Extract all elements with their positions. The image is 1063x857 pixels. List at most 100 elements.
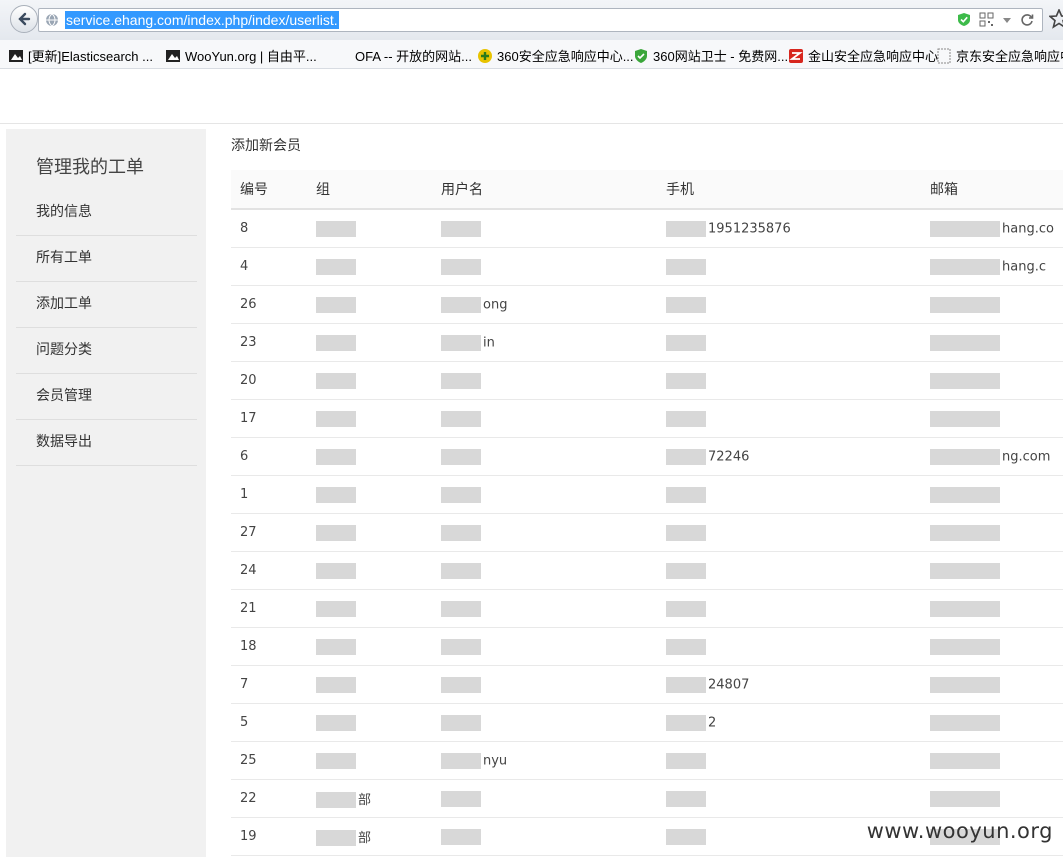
column-header-email[interactable]: 邮箱 xyxy=(921,170,1063,210)
member-id-text: 23 xyxy=(240,335,257,350)
member-username-cell xyxy=(432,817,657,856)
bookmark-item[interactable]: 京东安全应急响应中 xyxy=(936,46,1063,65)
member-phone-cell xyxy=(657,779,921,818)
member-id-cell: 20 xyxy=(231,361,307,400)
add-member-link[interactable]: 添加新会员 xyxy=(231,135,301,155)
member-id-text: 8 xyxy=(240,221,249,236)
qrcode-icon[interactable] xyxy=(979,12,994,27)
bookmark-star-icon[interactable] xyxy=(1049,9,1063,29)
bookmark-item[interactable]: 360安全应急响应中心... xyxy=(477,46,634,65)
member-email-cell: hang.c xyxy=(921,247,1063,286)
member-username-cell: in xyxy=(432,323,657,362)
member-id-cell: 5 xyxy=(231,703,307,742)
bookmark-item[interactable]: 金山安全应急响应中心 xyxy=(788,46,938,65)
member-email-cell xyxy=(921,399,1063,438)
bookmark-item[interactable]: WooYun.org | 自由平... xyxy=(165,46,317,65)
bookmark-label: 京东安全应急响应中 xyxy=(956,49,1063,64)
sidebar-item-categories[interactable]: 问题分类 xyxy=(16,328,197,374)
member-username-cell xyxy=(432,209,657,248)
member-phone-text: 2 xyxy=(708,715,717,730)
sidebar-item-all-tickets[interactable]: 所有工单 xyxy=(16,236,197,282)
wooyun-icon xyxy=(165,48,181,64)
sidebar-item-add-ticket[interactable]: 添加工单 xyxy=(16,282,197,328)
url-field[interactable]: service.ehang.com/index.php/index/userli… xyxy=(38,8,1043,32)
redacted-block xyxy=(930,524,1000,541)
member-username-cell xyxy=(432,247,657,286)
member-email-text: hang.co xyxy=(1002,221,1054,236)
bookmark-item[interactable]: [更新]Elasticsearch ... xyxy=(8,46,153,65)
table-row: 1 xyxy=(231,475,1063,514)
dropdown-triangle-icon[interactable] xyxy=(1002,12,1012,27)
table-row: 20 xyxy=(231,361,1063,400)
reload-icon[interactable] xyxy=(1020,12,1034,27)
member-id-text: 17 xyxy=(240,411,257,426)
table-row: 26 ong xyxy=(231,285,1063,324)
member-group-cell xyxy=(307,285,432,324)
member-id-cell: 17 xyxy=(231,399,307,438)
arrow-left-icon xyxy=(18,12,31,26)
redacted-block xyxy=(930,410,1000,427)
security-shield-icon[interactable] xyxy=(957,12,971,27)
redacted-block xyxy=(316,334,356,351)
redacted-block xyxy=(441,524,481,541)
member-username-cell xyxy=(432,399,657,438)
member-username-cell xyxy=(432,475,657,514)
redacted-block xyxy=(666,486,706,503)
redacted-block xyxy=(316,296,356,313)
bookmark-item[interactable]: 360网站卫士 - 免费网... xyxy=(633,46,788,65)
column-header-group[interactable]: 组 xyxy=(307,170,432,210)
member-group-cell xyxy=(307,247,432,286)
member-username-cell xyxy=(432,513,657,552)
column-header-id[interactable]: 编号 xyxy=(231,170,307,210)
sidebar-item-member-management[interactable]: 会员管理 xyxy=(16,374,197,420)
column-header-phone[interactable]: 手机 xyxy=(657,170,921,210)
member-phone-cell xyxy=(657,475,921,514)
member-id-text: 5 xyxy=(240,715,249,730)
redacted-block xyxy=(316,714,356,731)
redacted-block xyxy=(666,790,706,807)
member-group-cell xyxy=(307,741,432,780)
redacted-block xyxy=(441,220,481,237)
sidebar-item-my-info[interactable]: 我的信息 xyxy=(16,190,197,236)
member-username-cell xyxy=(432,361,657,400)
redacted-block xyxy=(930,372,1000,389)
redacted-block xyxy=(666,828,706,845)
member-table: 编号 组 用户名 手机 邮箱 8 1951235876 hang.co 4 hang.c… xyxy=(231,170,1063,856)
redacted-block xyxy=(316,830,356,847)
redacted-block xyxy=(316,752,356,769)
redacted-block xyxy=(316,410,356,427)
sidebar-item-data-export[interactable]: 数据导出 xyxy=(16,420,197,466)
table-row: 23 in xyxy=(231,323,1063,362)
column-header-username[interactable]: 用户名 xyxy=(432,170,657,210)
redacted-block xyxy=(316,792,356,809)
bookmark-label: 360网站卫士 - 免费网... xyxy=(653,49,789,64)
redacted-block xyxy=(441,752,481,769)
shield-icon xyxy=(633,48,649,64)
member-email-cell xyxy=(921,741,1063,780)
member-id-text: 25 xyxy=(240,753,257,768)
redacted-block xyxy=(316,258,356,275)
redacted-block xyxy=(441,334,481,351)
member-username-text: ong xyxy=(483,297,508,312)
back-button[interactable] xyxy=(10,5,38,33)
table-header-row: 编号 组 用户名 手机 邮箱 xyxy=(231,170,1063,210)
bookmark-item[interactable]: OFA -- 开放的网站... xyxy=(335,46,472,65)
member-phone-text: 24807 xyxy=(708,677,750,692)
member-email-cell xyxy=(921,703,1063,742)
redacted-block xyxy=(666,524,706,541)
member-username-cell xyxy=(432,627,657,666)
member-id-cell: 18 xyxy=(231,627,307,666)
member-group-cell xyxy=(307,627,432,666)
sidebar-title: 管理我的工单 xyxy=(36,157,144,178)
member-id-text: 6 xyxy=(240,449,249,464)
table-row: 4 hang.c xyxy=(231,247,1063,286)
member-email-cell xyxy=(921,779,1063,818)
redacted-block xyxy=(441,790,481,807)
member-email-cell xyxy=(921,665,1063,704)
redacted-block xyxy=(441,448,481,465)
table-row: 52 xyxy=(231,703,1063,742)
table-row: 6 72246 ng.com xyxy=(231,437,1063,476)
redacted-block xyxy=(441,486,481,503)
redacted-block xyxy=(930,676,1000,693)
member-phone-cell: 72246 xyxy=(657,437,921,476)
